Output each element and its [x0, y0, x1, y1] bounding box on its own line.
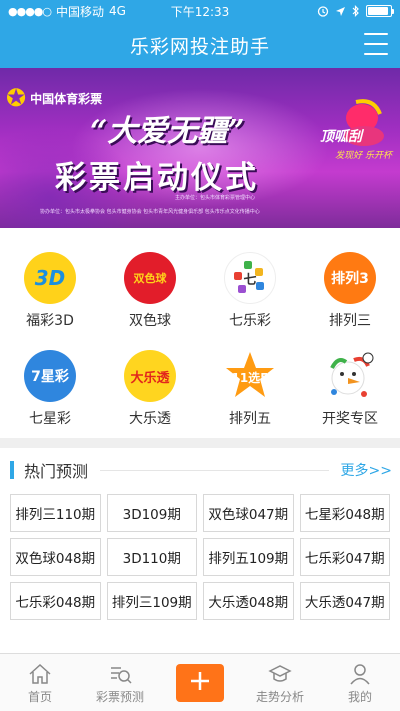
- category-label: 排列三: [329, 313, 371, 329]
- nav-trend[interactable]: 走势分析: [240, 654, 320, 711]
- prediction-item[interactable]: 七乐彩047期: [299, 538, 390, 576]
- category-label: 福彩3D: [26, 313, 74, 329]
- prediction-item[interactable]: 大乐透048期: [203, 582, 294, 620]
- prediction-item[interactable]: 双色球048期: [10, 538, 101, 576]
- more-link[interactable]: 更多>>: [341, 460, 392, 480]
- lottery-logo: ✪ 中国体育彩票: [6, 86, 102, 110]
- status-bar: ●●●●○ 中国移动 4G 下午12:33: [0, 0, 400, 22]
- promo-banner[interactable]: ✪ 中国体育彩票 “大爱无疆” 顶呱刮 发现好 乐开杯 彩票启动仪式 主办单位：…: [0, 68, 400, 228]
- logo-text: 中国体育彩票: [30, 91, 103, 106]
- pailie5-icon: 11选5: [224, 350, 276, 402]
- section-title: 热门预测: [24, 462, 89, 481]
- nav-label: 彩票预测: [95, 690, 144, 704]
- home-icon: [29, 663, 51, 684]
- add-button[interactable]: [176, 663, 224, 702]
- nav-profile[interactable]: 我的: [320, 654, 400, 711]
- prediction-item[interactable]: 七星彩048期: [299, 494, 390, 532]
- trend-icon: [268, 665, 292, 682]
- nav-label: 走势分析: [255, 690, 304, 704]
- category-label: 七星彩: [29, 411, 71, 427]
- category-qixingcai[interactable]: 7星彩 七星彩: [0, 350, 100, 438]
- menu-icon: [364, 33, 388, 35]
- prediction-item[interactable]: 排列五109期: [203, 538, 294, 576]
- prediction-item[interactable]: 大乐透047期: [299, 582, 390, 620]
- fucai-3d-icon: 3D: [24, 252, 76, 304]
- page-title: 乐彩网投注助手: [129, 35, 270, 58]
- section-marker: [10, 461, 14, 479]
- nav-home[interactable]: 首页: [0, 654, 80, 711]
- prediction-item[interactable]: 排列三110期: [10, 494, 101, 532]
- top-area: ●●●●○ 中国移动 4G 下午12:33 乐彩网投注助手: [0, 0, 400, 68]
- qixingcai-icon: 7星彩: [24, 350, 76, 402]
- badge-text: 顶呱刮: [320, 129, 362, 145]
- nav-label: 首页: [27, 690, 52, 704]
- category-label: 排列五: [229, 411, 271, 427]
- category-qilecai[interactable]: 七 七乐彩: [200, 252, 300, 340]
- star-logo-icon: ✪: [6, 84, 27, 112]
- nav-label: 我的: [347, 690, 372, 704]
- category-shuangseqiu[interactable]: 双色球 双色球: [100, 252, 200, 340]
- kaijiang-icon: [324, 350, 376, 402]
- nav-add[interactable]: [160, 654, 240, 711]
- prediction-item[interactable]: 七乐彩048期: [10, 582, 101, 620]
- app-header: 乐彩网投注助手: [0, 22, 400, 68]
- prediction-item[interactable]: 排列三109期: [106, 582, 197, 620]
- forecast-icon: [111, 667, 132, 684]
- category-kaijiang[interactable]: 开奖专区: [300, 350, 400, 438]
- svg-text:11选5: 11选5: [231, 370, 268, 385]
- carrier-label: 中国移动: [56, 4, 105, 19]
- plus-icon: [191, 672, 209, 690]
- section-divider: [0, 438, 400, 448]
- menu-button[interactable]: [364, 33, 388, 55]
- battery-icon: [366, 5, 394, 17]
- bottom-nav: 首页 彩票预测 走势分析 我的: [0, 653, 400, 711]
- banner-slogan: “大爱无疆”: [90, 114, 245, 149]
- prediction-item[interactable]: 双色球047期: [203, 494, 294, 532]
- prediction-item[interactable]: 3D110期: [106, 538, 197, 576]
- network-label: 4G: [109, 4, 126, 18]
- profile-icon: [350, 664, 370, 685]
- badge-subtext: 发现好 乐开杯: [335, 151, 392, 161]
- banner-fine-print-1: 主办单位：包头市体育彩票管理中心: [174, 195, 255, 201]
- category-daletou[interactable]: 大乐透 大乐透: [100, 350, 200, 438]
- prediction-item[interactable]: 3D109期: [106, 494, 197, 532]
- hot-predictions-header: 热门预测 更多>>: [8, 448, 392, 492]
- banner-headline: 彩票启动仪式: [55, 160, 259, 196]
- qilecai-icon: 七: [224, 252, 276, 304]
- category-label: 七乐彩: [229, 313, 271, 329]
- signal-icon: ●●●●○: [8, 4, 52, 18]
- banner-fine-print-2: 协办单位：包头市太极拳协会 包头市健身协会 包头市青年风光健身俱乐部 包头市乐点…: [40, 209, 260, 215]
- prediction-grid: 排列三110期 3D109期 双色球047期 七星彩048期 双色球048期 3…: [8, 492, 392, 620]
- nav-forecast[interactable]: 彩票预测: [80, 654, 160, 711]
- category-fucai-3d[interactable]: 3D 福彩3D: [0, 252, 100, 340]
- daletou-icon: 大乐透: [124, 350, 176, 402]
- hot-predictions: 热门预测 更多>> 排列三110期 3D109期 双色球047期 七星彩048期…: [0, 448, 400, 658]
- location-icon: [336, 6, 345, 16]
- bluetooth-icon: [352, 5, 359, 17]
- shuangseqiu-icon: 双色球: [124, 252, 176, 304]
- pailie3-icon: 排列3: [324, 252, 376, 304]
- category-pailie5[interactable]: 11选5 排列五: [200, 350, 300, 438]
- svg-text:七: 七: [243, 273, 256, 288]
- category-label: 大乐透: [129, 411, 171, 427]
- category-pailie3[interactable]: 排列3 排列三: [300, 252, 400, 340]
- divider-line: [100, 469, 329, 471]
- category-label: 开奖专区: [322, 411, 378, 427]
- category-label: 双色球: [129, 313, 171, 329]
- lottery-categories: 3D 福彩3D 双色球 双色球 七 七乐彩 排列3 排列三 7星彩 七星彩 大乐…: [0, 228, 400, 438]
- alarm-icon: [317, 6, 329, 17]
